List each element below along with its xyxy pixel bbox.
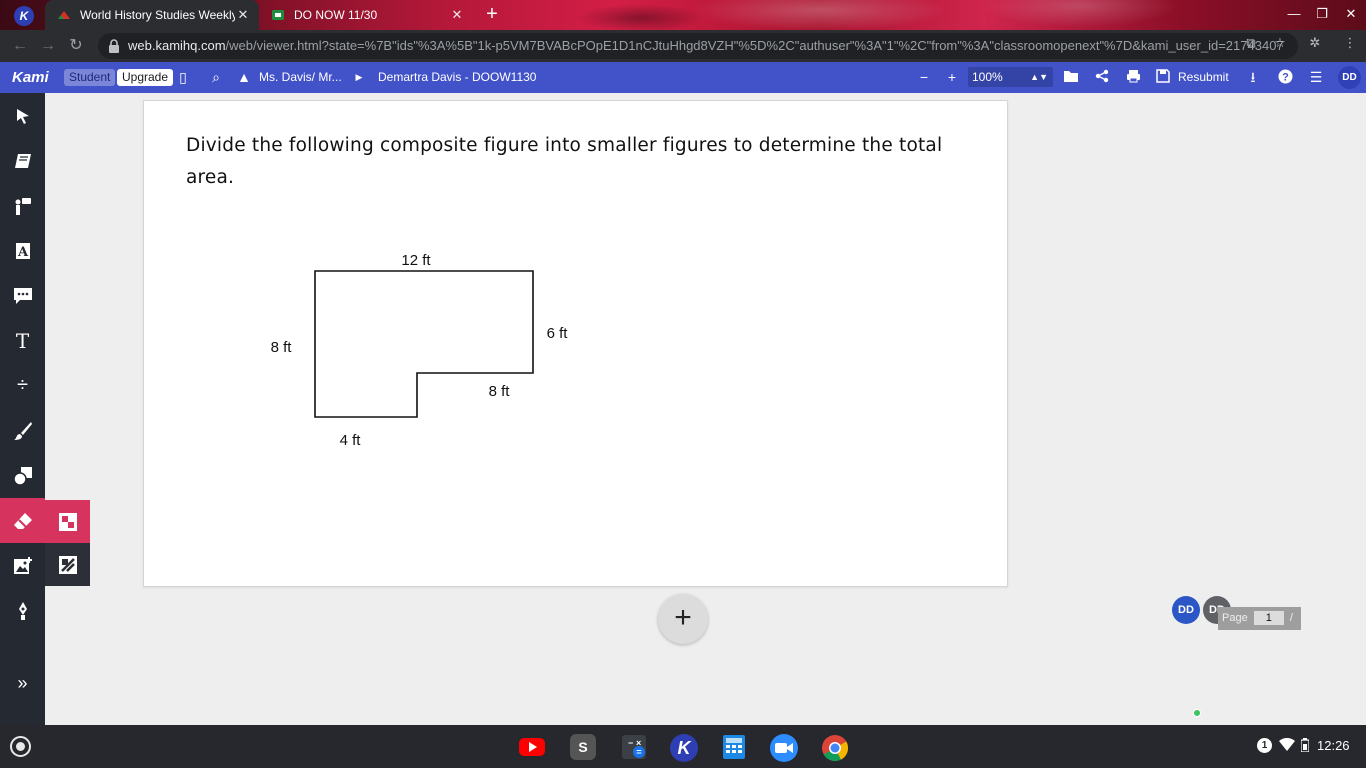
equation-tool-icon[interactable]: ÷ xyxy=(0,363,45,408)
back-icon[interactable]: ← xyxy=(10,36,30,56)
wifi-icon[interactable] xyxy=(1279,737,1295,754)
print-icon[interactable] xyxy=(1125,69,1141,85)
new-tab-icon[interactable]: + xyxy=(482,4,502,25)
classroom-favicon-icon xyxy=(58,11,70,19)
expand-toolbar-icon[interactable]: » xyxy=(0,663,45,703)
zoom-in-icon[interactable]: + xyxy=(944,69,960,85)
student-badge: Student xyxy=(64,69,116,86)
chevron-right-icon: ▶ xyxy=(355,72,363,82)
forward-icon[interactable]: → xyxy=(38,36,58,56)
youtube-app-icon[interactable] xyxy=(519,734,545,760)
close-window-icon[interactable]: ✕ xyxy=(1341,6,1361,22)
upgrade-button[interactable]: Upgrade xyxy=(117,69,174,86)
tab-do-now[interactable]: DO NOW 11/30 ✕ xyxy=(259,0,473,30)
chrome-menu-icon[interactable]: ⋮ xyxy=(1342,35,1358,51)
zoom-out-icon[interactable]: − xyxy=(916,69,932,85)
tab-title: DO NOW 11/30 xyxy=(294,8,378,22)
save-icon[interactable] xyxy=(1155,69,1171,85)
chrome-app-icon[interactable] xyxy=(821,734,849,762)
shapes-tool-icon[interactable] xyxy=(0,453,45,498)
user-avatar[interactable]: DD xyxy=(1338,66,1361,89)
pdf-page[interactable]: Divide the following composite figure in… xyxy=(143,100,1008,587)
close-tab-icon[interactable]: ✕ xyxy=(449,7,465,23)
maximize-icon[interactable]: ❐ xyxy=(1312,6,1332,22)
kami-logo: Kami xyxy=(12,69,49,86)
hamburger-menu-icon[interactable]: ☰ xyxy=(1308,69,1324,85)
eraser-tool-icon[interactable] xyxy=(0,498,45,543)
sidebar-toggle-icon[interactable]: ▯ xyxy=(175,69,191,85)
open-folder-icon[interactable] xyxy=(1063,69,1079,85)
url-text: web.kamihq.com/web/viewer.html?state=%7B… xyxy=(128,38,1284,53)
google-drive-icon: ▲ xyxy=(237,69,251,85)
kami-app-icon[interactable]: K xyxy=(670,734,698,762)
kami-app-icon[interactable]: K xyxy=(14,6,34,26)
tab-title: World History Studies Weekly (G xyxy=(80,8,235,22)
top-dimension-label: 12 ft xyxy=(401,252,431,269)
minimize-icon[interactable]: — xyxy=(1284,6,1304,21)
clock[interactable]: 12:26 xyxy=(1317,738,1350,753)
highlight-tool-icon[interactable]: A xyxy=(0,228,45,273)
kami-toolbar: Kami Student Upgrade ▯ ⌕ ▲ Ms. Davis/ Mr… xyxy=(0,62,1366,93)
download-icon[interactable]: ⭳ xyxy=(1245,69,1261,85)
page-indicator: Page 1 / 1 xyxy=(1218,607,1301,647)
add-page-button[interactable]: + xyxy=(658,594,708,644)
svg-text:−: − xyxy=(628,738,633,748)
breadcrumb-folder[interactable]: Ms. Davis/ Mr... xyxy=(259,70,342,84)
comment-tool-icon[interactable] xyxy=(0,273,45,318)
page-number-input[interactable]: 1 xyxy=(1253,611,1284,626)
document-title[interactable]: Demartra Davis - DOOW1130 xyxy=(378,70,536,84)
svg-text:=: = xyxy=(636,747,641,757)
eraser-subtools xyxy=(45,500,90,586)
composite-figure: 12 ft 8 ft 6 ft 8 ft 4 ft xyxy=(271,252,569,449)
text-to-speech-tool-icon[interactable] xyxy=(0,183,45,228)
object-eraser-icon[interactable] xyxy=(45,500,90,543)
select-tool-icon[interactable] xyxy=(0,93,45,138)
zoom-select[interactable]: 100% ▲▼ xyxy=(968,67,1053,87)
annotation-tool-rail: A T ÷ » xyxy=(0,93,45,725)
resubmit-button[interactable]: Resubmit xyxy=(1178,70,1229,84)
extensions-icon[interactable]: ✲ xyxy=(1307,35,1323,51)
open-in-new-icon[interactable]: ⧉ xyxy=(1243,35,1259,51)
browser-tab-strip: K World History Studies Weekly (G ✕ DO N… xyxy=(0,0,1366,30)
help-icon[interactable]: ? xyxy=(1277,69,1293,85)
zoom-app-icon[interactable] xyxy=(770,734,798,762)
notification-count-badge[interactable]: 1 xyxy=(1257,738,1272,753)
document-viewport[interactable]: Divide the following composite figure in… xyxy=(45,93,1366,725)
right-dimension-label: 6 ft xyxy=(547,325,569,342)
lock-icon xyxy=(109,39,119,53)
online-status-dot xyxy=(1193,709,1201,717)
share-icon[interactable] xyxy=(1094,69,1110,85)
address-bar[interactable]: web.kamihq.com/web/viewer.html?state=%7B… xyxy=(98,33,1298,59)
reload-icon[interactable]: ↻ xyxy=(66,36,86,56)
bottom-dimension-label: 4 ft xyxy=(340,432,362,449)
close-tab-icon[interactable]: ✕ xyxy=(235,7,251,23)
browser-toolbar: ← → ↻ web.kamihq.com/web/viewer.html?sta… xyxy=(0,30,1366,62)
schoology-app-icon[interactable]: S xyxy=(570,734,596,760)
dictionary-tool-icon[interactable] xyxy=(0,138,45,183)
calculator-app-icon[interactable]: − × = xyxy=(621,734,647,760)
image-tool-icon[interactable] xyxy=(0,543,45,588)
battery-icon[interactable] xyxy=(1300,738,1310,755)
drawing-tool-icon[interactable] xyxy=(0,408,45,453)
os-shelf: S − × = K 1 12:26 xyxy=(0,725,1366,768)
calculator-grid-app-icon[interactable] xyxy=(721,734,747,760)
bookmark-star-icon[interactable]: ☆ xyxy=(1272,35,1288,51)
search-icon[interactable]: ⌕ xyxy=(208,69,224,85)
launcher-icon[interactable] xyxy=(10,736,31,757)
signature-tool-icon[interactable] xyxy=(0,588,45,633)
collaborator-avatar[interactable]: DD xyxy=(1172,596,1200,624)
inner-dimension-label: 8 ft xyxy=(489,383,511,400)
text-tool-icon[interactable]: T xyxy=(0,318,45,363)
svg-text:A: A xyxy=(16,245,28,260)
svg-text:?: ? xyxy=(1282,72,1289,84)
classroom-favicon-icon xyxy=(272,10,284,20)
left-dimension-label: 8 ft xyxy=(271,339,293,356)
area-eraser-icon[interactable] xyxy=(45,543,90,586)
tab-world-history[interactable]: World History Studies Weekly (G ✕ xyxy=(45,0,259,30)
